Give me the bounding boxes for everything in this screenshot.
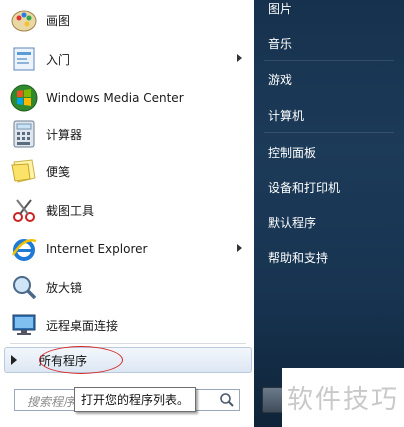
sticky-notes-icon [8,155,40,187]
expand-triangle-icon [11,355,17,365]
start-menu-right-pane: 图片 音乐 游戏 计算机 控制面板 设备和打印机 默认程序 帮助和支持 [254,0,404,427]
program-item-getting-started[interactable]: 入门 [6,41,250,77]
right-item-devices-printers[interactable]: 设备和打印机 [268,179,340,196]
submenu-arrow-icon [237,244,242,252]
highlight-oval [39,346,123,374]
media-center-icon [8,82,40,114]
internet-explorer-icon [8,233,40,265]
right-separator [264,132,394,133]
program-label: 远程桌面连接 [46,318,119,333]
right-item-games[interactable]: 游戏 [268,71,292,88]
program-item-remote-desktop[interactable]: 远程桌面连接 [6,307,250,343]
program-label: 计算器 [46,127,83,142]
program-item-calculator[interactable]: 计算器 [6,116,250,152]
getting-started-icon [8,43,40,75]
watermark: 软件技巧 [282,368,404,427]
start-menu-left-pane: 画图 入门 Windows Media Center 计算器 便笺 截图工具 I… [0,0,254,427]
watermark-text: 软件技巧 [286,385,399,415]
right-separator [264,60,394,61]
calculator-icon [8,118,40,150]
submenu-arrow-icon [237,54,242,62]
menu-divider [10,343,246,344]
program-item-paint[interactable]: 画图 [6,2,250,38]
program-item-internet-explorer[interactable]: Internet Explorer [6,231,250,267]
program-item-sticky-notes[interactable]: 便笺 [6,153,250,189]
program-item-media-center[interactable]: Windows Media Center [6,80,250,116]
right-item-music[interactable]: 音乐 [268,35,292,52]
right-item-control-panel[interactable]: 控制面板 [268,144,316,161]
remote-desktop-icon [8,309,40,341]
program-label: 截图工具 [46,203,95,218]
program-label: 画图 [46,13,71,28]
right-item-default-programs[interactable]: 默认程序 [268,214,316,231]
tooltip: 打开您的程序列表。 [74,387,197,412]
program-item-magnifier[interactable]: 放大镜 [6,269,250,305]
search-icon[interactable] [219,392,235,411]
program-label: 入门 [46,52,71,67]
search-placeholder: 搜索程序 [27,395,76,409]
all-programs-button[interactable]: 所有程序 [4,346,252,374]
magnifier-icon [8,271,40,303]
right-item-pictures[interactable]: 图片 [268,0,292,17]
program-item-snipping-tool[interactable]: 截图工具 [6,192,250,228]
program-label: 放大镜 [46,280,83,295]
program-label: Internet Explorer [46,242,148,256]
right-item-computer[interactable]: 计算机 [268,107,304,124]
snipping-tool-icon [8,194,40,226]
paint-icon [8,4,40,36]
right-item-help-support[interactable]: 帮助和支持 [268,249,328,266]
program-label: 便笺 [46,164,71,179]
program-label: Windows Media Center [46,91,184,105]
